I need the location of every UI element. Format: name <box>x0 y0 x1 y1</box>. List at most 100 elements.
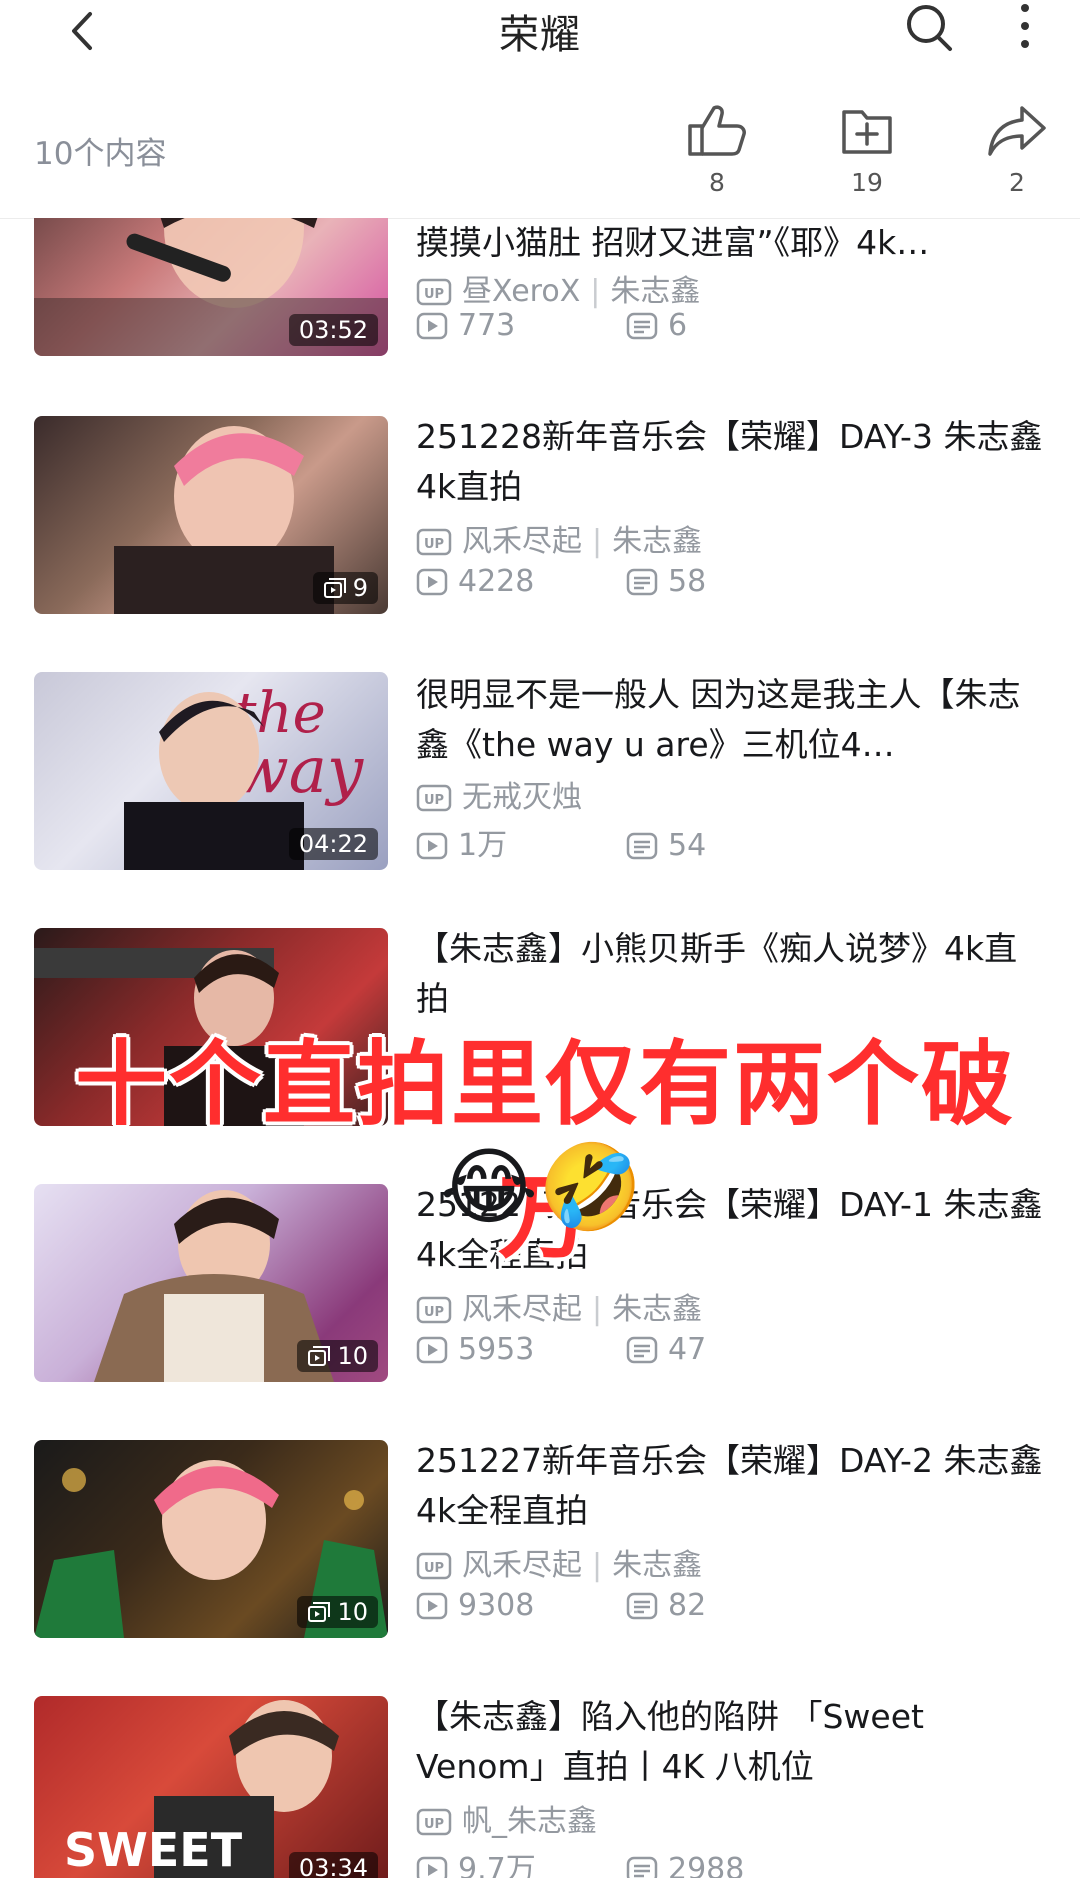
up-icon: UP <box>416 1808 452 1836</box>
svg-text:UP: UP <box>424 1561 444 1576</box>
play-count-icon <box>416 1336 448 1364</box>
danmaku-icon <box>626 1592 658 1620</box>
stats-row: 9.7万 2988 <box>416 1844 744 1878</box>
uploader-name: 帆_朱志鑫 <box>462 1804 597 1839</box>
danmaku-count: 2988 <box>668 1852 745 1878</box>
danmaku-count: 58 <box>668 564 707 599</box>
danmaku-icon <box>626 1336 658 1364</box>
list-item[interactable]: the way 04:22 很明显不是一般人 因为这是我主人【朱志鑫《the w… <box>0 672 1080 872</box>
danmaku-icon <box>626 312 658 340</box>
list-item[interactable]: SWEET 03:34 【朱志鑫】陷入他的陷阱 「Sweet Venom」直拍丨… <box>0 1696 1080 1878</box>
video-title[interactable]: 251228新年音乐会【荣耀】DAY-3 朱志鑫4k直拍 <box>416 412 1046 512</box>
video-title[interactable]: 摸摸小猫肚 招财又进富”《耶》4k… <box>416 218 1046 268</box>
uploader-name: 风禾尽起 <box>462 1292 582 1327</box>
play-count-icon <box>416 568 448 596</box>
svg-text:UP: UP <box>424 537 444 552</box>
uploader-tag: 朱志鑫 <box>610 274 701 309</box>
performer-image: SWEET <box>64 1700 339 1878</box>
laughing-emoji-icons: 😂🤣 <box>440 1138 643 1236</box>
uploader-row[interactable]: UP 风禾尽起 | 朱志鑫 <box>416 1540 702 1584</box>
like-button[interactable]: 8 <box>672 102 762 197</box>
danmaku-icon <box>626 1856 658 1878</box>
thumbs-up-icon <box>688 105 746 156</box>
search-icon[interactable] <box>900 0 960 56</box>
uploader-name: 风禾尽起 <box>462 524 582 559</box>
stats-row: 4228 58 <box>416 564 706 599</box>
uploader-row[interactable]: UP 风禾尽起 | 朱志鑫 <box>416 516 702 560</box>
top-bar: 荣耀 <box>0 0 1080 70</box>
video-thumbnail[interactable]: 10 <box>34 1440 388 1638</box>
stats-row: 5953 47 <box>416 1332 706 1367</box>
svg-text:UP: UP <box>424 1305 444 1320</box>
uploader-row[interactable]: UP 帆_朱志鑫 <box>416 1796 597 1840</box>
play-count-icon <box>416 1856 448 1878</box>
add-folder-icon <box>842 110 892 154</box>
up-icon: UP <box>416 784 452 812</box>
video-title[interactable]: 很明显不是一般人 因为这是我主人【朱志鑫《the way u are》三机位4… <box>416 670 1046 770</box>
danmaku-count: 47 <box>668 1332 707 1367</box>
svg-text:SWEET: SWEET <box>64 1823 243 1877</box>
video-thumbnail[interactable]: 9 <box>34 416 388 614</box>
collection-action-bar: 10个内容 8 19 2 <box>0 90 1080 219</box>
play-count-icon <box>416 1592 448 1620</box>
play-count: 773 <box>458 308 516 343</box>
video-thumbnail[interactable]: the way 04:22 <box>34 672 388 870</box>
video-duration: 10 <box>297 1340 378 1372</box>
video-duration: 03:34 <box>288 1852 378 1878</box>
favorite-button[interactable]: 19 <box>822 102 912 197</box>
share-count: 2 <box>1009 168 1025 197</box>
play-count: 1万 <box>458 828 508 863</box>
danmaku-count: 54 <box>668 828 707 863</box>
video-thumbnail[interactable]: SWEET 03:34 <box>34 1696 388 1878</box>
list-item[interactable]: 03:52 摸摸小猫肚 招财又进富”《耶》4k… UP 昼XeroX | 朱志鑫 77… <box>0 218 1080 358</box>
video-title[interactable]: 251227新年音乐会【荣耀】DAY-2 朱志鑫4k全程直拍 <box>416 1436 1046 1536</box>
multi-part-icon <box>308 1346 331 1366</box>
svg-text:UP: UP <box>424 1817 444 1832</box>
play-count: 5953 <box>458 1332 535 1367</box>
play-count: 9308 <box>458 1588 535 1623</box>
uploader-name: 昼XeroX <box>462 274 581 309</box>
video-duration: 9 <box>312 572 378 604</box>
uploader-tag: 朱志鑫 <box>612 1548 703 1583</box>
content-count: 10个内容 <box>34 136 167 172</box>
video-thumbnail[interactable]: 03:52 <box>34 218 388 356</box>
svg-text:UP: UP <box>424 287 444 302</box>
up-icon: UP <box>416 528 452 556</box>
danmaku-icon <box>626 568 658 596</box>
uploader-row[interactable]: UP 昼XeroX | 朱志鑫 <box>416 266 700 310</box>
uploader-row[interactable]: UP 风禾尽起 | 朱志鑫 <box>416 1284 702 1328</box>
share-button[interactable]: 2 <box>972 102 1062 197</box>
list-item[interactable]: 9 251228新年音乐会【荣耀】DAY-3 朱志鑫4k直拍 UP 风禾尽起 | 朱志… <box>0 416 1080 616</box>
stats-row: 773 6 <box>416 308 687 343</box>
uploader-name: 风禾尽起 <box>462 1548 582 1583</box>
danmaku-icon <box>626 832 658 860</box>
danmaku-count: 6 <box>668 308 688 343</box>
up-icon: UP <box>416 278 452 306</box>
play-count-icon <box>416 832 448 860</box>
multi-part-icon <box>308 1602 331 1622</box>
play-count-icon <box>416 312 448 340</box>
uploader-name: 无戒灭烛 <box>462 780 582 815</box>
video-duration: 03:52 <box>288 314 378 346</box>
up-icon: UP <box>416 1552 452 1580</box>
multi-part-icon <box>323 578 346 598</box>
play-count: 9.7万 <box>458 1852 536 1878</box>
uploader-tag: 朱志鑫 <box>612 1292 703 1327</box>
stats-row: 9308 82 <box>416 1588 706 1623</box>
uploader-row[interactable]: UP 无戒灭烛 <box>416 772 582 816</box>
uploader-tag: 朱志鑫 <box>612 524 703 559</box>
up-icon: UP <box>416 1296 452 1324</box>
play-count: 4228 <box>458 564 535 599</box>
danmaku-count: 82 <box>668 1588 707 1623</box>
video-duration: 04:22 <box>288 828 378 860</box>
favorite-count: 19 <box>851 168 883 197</box>
svg-text:UP: UP <box>424 793 444 808</box>
video-duration: 10 <box>297 1596 378 1628</box>
more-vertical-icon[interactable] <box>1010 0 1040 56</box>
list-item[interactable]: 10 251227新年音乐会【荣耀】DAY-2 朱志鑫4k全程直拍 UP 风禾尽起… <box>0 1440 1080 1640</box>
video-title[interactable]: 【朱志鑫】小熊贝斯手《痴人说梦》4k直拍 <box>416 924 1046 1024</box>
stats-row: 1万 54 <box>416 820 706 864</box>
share-arrow-icon <box>988 106 1046 156</box>
like-count: 8 <box>709 168 725 197</box>
video-title[interactable]: 【朱志鑫】陷入他的陷阱 「Sweet Venom」直拍丨4K 八机位 <box>416 1692 1046 1792</box>
